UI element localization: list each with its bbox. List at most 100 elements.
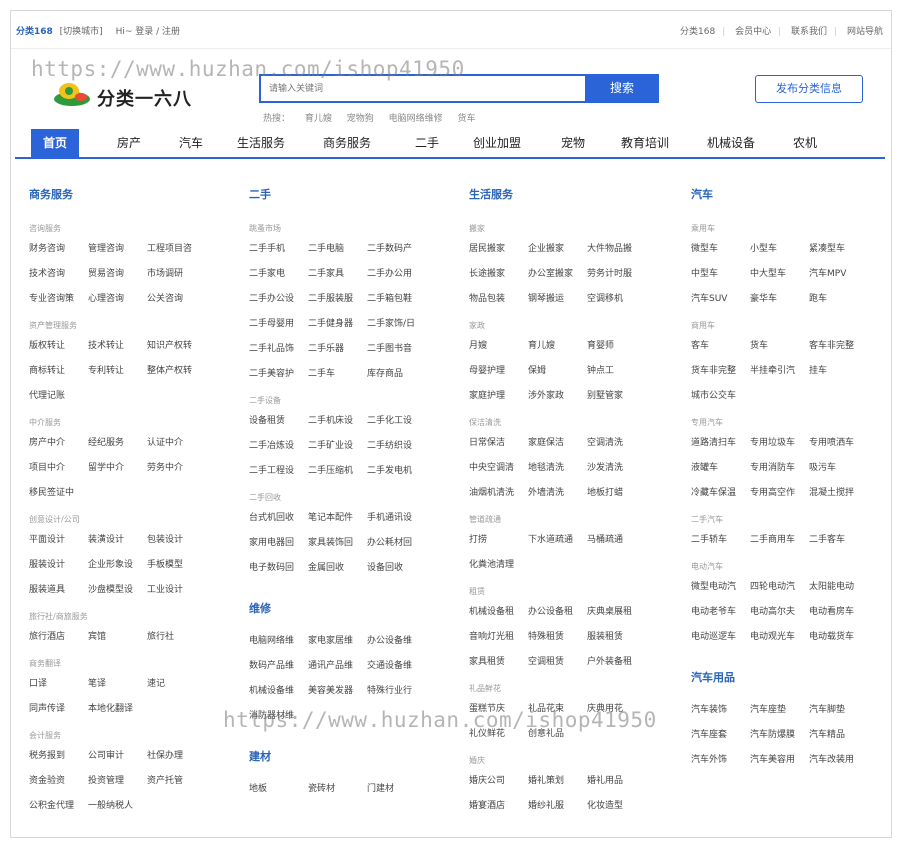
- search-input[interactable]: [259, 74, 585, 103]
- topbar-link-member-center[interactable]: 会员中心: [735, 27, 771, 37]
- category-link[interactable]: 中型车: [691, 262, 750, 287]
- category-link[interactable]: 消防器材维: [249, 704, 308, 729]
- category-link[interactable]: 保姆: [528, 359, 587, 384]
- category-title[interactable]: 汽车用品: [691, 664, 891, 698]
- category-link[interactable]: 吸污车: [809, 456, 868, 481]
- category-link[interactable]: 旅行酒店: [29, 625, 88, 650]
- category-link[interactable]: 二手冶炼设: [249, 434, 308, 459]
- category-link[interactable]: 市场调研: [147, 262, 206, 287]
- category-link[interactable]: 中央空调清: [469, 456, 528, 481]
- category-link[interactable]: 二手办公设: [249, 287, 308, 312]
- category-link[interactable]: 电动载货车: [809, 625, 868, 650]
- category-link[interactable]: 知识产权转: [147, 334, 206, 359]
- category-link[interactable]: 二手图书音: [367, 337, 426, 362]
- category-link[interactable]: 二手纺织设: [367, 434, 426, 459]
- category-link[interactable]: 液罐车: [691, 456, 750, 481]
- category-link[interactable]: 汽车座垫: [750, 698, 809, 723]
- category-link[interactable]: 商标转让: [29, 359, 88, 384]
- publish-listing-button[interactable]: 发布分类信息: [755, 75, 863, 103]
- category-link[interactable]: 服装租赁: [587, 625, 646, 650]
- category-link[interactable]: 城市公交车: [691, 384, 750, 409]
- category-link[interactable]: 微型电动汽: [691, 575, 750, 600]
- category-link[interactable]: 台式机回收: [249, 506, 308, 531]
- category-link[interactable]: 房产中介: [29, 431, 88, 456]
- category-link[interactable]: 物品包装: [469, 287, 528, 312]
- category-link[interactable]: 二手乐器: [308, 337, 367, 362]
- category-link[interactable]: 专业咨询策: [29, 287, 88, 312]
- category-link[interactable]: 地毯清洗: [528, 456, 587, 481]
- category-link[interactable]: 二手手机: [249, 237, 308, 262]
- category-link[interactable]: 家电家居维: [308, 629, 367, 654]
- hot-word-link[interactable]: 育儿嫂: [305, 114, 332, 124]
- category-link[interactable]: 汽车精品: [809, 723, 868, 748]
- category-link[interactable]: 空调租赁: [528, 650, 587, 675]
- category-link[interactable]: 二手母婴用: [249, 312, 308, 337]
- category-link[interactable]: 库存商品: [367, 362, 426, 387]
- category-title[interactable]: 二手: [249, 181, 449, 215]
- category-link[interactable]: 庆典用花: [587, 697, 646, 722]
- nav-tab-farm-machinery[interactable]: 农机: [785, 129, 825, 157]
- category-link[interactable]: 家庭护理: [469, 384, 528, 409]
- category-link[interactable]: 技术咨询: [29, 262, 88, 287]
- category-link[interactable]: 育婴师: [587, 334, 646, 359]
- category-link[interactable]: 汽车改装用: [809, 748, 868, 773]
- category-link[interactable]: 电动看房车: [809, 600, 868, 625]
- category-link[interactable]: 版权转让: [29, 334, 88, 359]
- category-link[interactable]: 宾馆: [88, 625, 147, 650]
- category-link[interactable]: 服装道具: [29, 578, 88, 603]
- category-link[interactable]: 笔记本配件: [308, 506, 367, 531]
- category-link[interactable]: 道路清扫车: [691, 431, 750, 456]
- category-link[interactable]: 外墙清洗: [528, 481, 587, 506]
- category-link[interactable]: 通讯产品维: [308, 654, 367, 679]
- category-link[interactable]: 设备回收: [367, 556, 426, 581]
- category-link[interactable]: 管理咨询: [88, 237, 147, 262]
- category-link[interactable]: 项目中介: [29, 456, 88, 481]
- category-link[interactable]: 包装设计: [147, 528, 206, 553]
- category-link[interactable]: 庆典桌展租: [587, 600, 646, 625]
- category-link[interactable]: 一般纳税人: [88, 794, 147, 819]
- topbar-link-contact[interactable]: 联系我们: [791, 27, 827, 37]
- category-link[interactable]: 客车: [691, 334, 750, 359]
- category-link[interactable]: 手板模型: [147, 553, 206, 578]
- category-link[interactable]: 电动巡逻车: [691, 625, 750, 650]
- category-link[interactable]: 空调清洗: [587, 431, 646, 456]
- category-link[interactable]: 二手家电: [249, 262, 308, 287]
- category-link[interactable]: 认证中介: [147, 431, 206, 456]
- category-link[interactable]: 旅行社: [147, 625, 206, 650]
- category-link[interactable]: 办公耗材回: [367, 531, 426, 556]
- category-link[interactable]: 居民搬家: [469, 237, 528, 262]
- category-link[interactable]: 工业设计: [147, 578, 206, 603]
- category-link[interactable]: 办公室搬家: [528, 262, 587, 287]
- category-link[interactable]: 二手美容护: [249, 362, 308, 387]
- category-link[interactable]: 长途搬家: [469, 262, 528, 287]
- nav-tab-business-services[interactable]: 商务服务: [317, 129, 377, 157]
- category-link[interactable]: 家具装饰回: [308, 531, 367, 556]
- category-link[interactable]: 特殊行业行: [367, 679, 426, 704]
- category-link[interactable]: 二手礼品饰: [249, 337, 308, 362]
- category-link[interactable]: 口译: [29, 672, 88, 697]
- category-link[interactable]: 工程项目咨: [147, 237, 206, 262]
- category-link[interactable]: 货车: [750, 334, 809, 359]
- category-link[interactable]: 化妆造型: [587, 794, 646, 819]
- category-link[interactable]: 数码产品维: [249, 654, 308, 679]
- category-link[interactable]: 办公设备租: [528, 600, 587, 625]
- topbar-link-home[interactable]: 分类168: [680, 27, 715, 37]
- category-link[interactable]: 电脑网络维: [249, 629, 308, 654]
- category-link[interactable]: 礼品花束: [528, 697, 587, 722]
- category-link[interactable]: 交通设备维: [367, 654, 426, 679]
- category-link[interactable]: 装潢设计: [88, 528, 147, 553]
- category-link[interactable]: 小型车: [750, 237, 809, 262]
- category-link[interactable]: 财务咨询: [29, 237, 88, 262]
- category-link[interactable]: 二手商用车: [750, 528, 809, 553]
- category-link[interactable]: 礼仪鲜花: [469, 722, 528, 747]
- category-link[interactable]: 月嫂: [469, 334, 528, 359]
- category-link[interactable]: 笔译: [88, 672, 147, 697]
- category-link[interactable]: 化粪池清理: [469, 553, 528, 578]
- category-link[interactable]: 机械设备维: [249, 679, 308, 704]
- category-link[interactable]: 豪华车: [750, 287, 809, 312]
- category-link[interactable]: 投资管理: [88, 769, 147, 794]
- category-link[interactable]: 音响灯光租: [469, 625, 528, 650]
- category-link[interactable]: 平面设计: [29, 528, 88, 553]
- category-title[interactable]: 维修: [249, 595, 449, 629]
- nav-tab-cars[interactable]: 汽车: [171, 129, 211, 157]
